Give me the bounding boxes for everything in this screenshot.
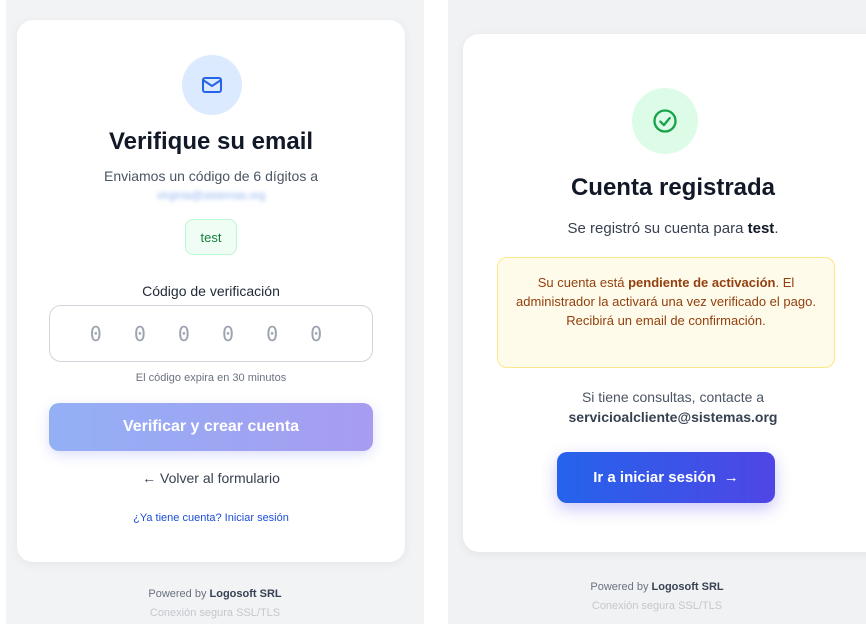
footer-powered-label: Powered by: [148, 588, 207, 600]
pending-activation-notice: Su cuenta está pendiente de activación. …: [497, 257, 835, 368]
footer-powered: Powered by Logosoft SRL: [6, 588, 424, 600]
username-badge: test: [185, 219, 237, 255]
arrow-right-icon: →: [723, 469, 739, 486]
footer-secure: Conexión segura SSL/TLS: [149, 607, 281, 619]
sent-to-text: Enviamos un código de 6 dígitos a: [103, 168, 319, 184]
registered-suffix: .: [774, 220, 779, 237]
registered-title: Cuenta registrada: [570, 174, 776, 201]
contact-email[interactable]: servicioalcliente@sistemas.org: [463, 407, 866, 427]
contact-text: Si tiene consultas, contacte a: [581, 389, 765, 405]
footer-brand-right: Logosoft SRL: [651, 581, 724, 593]
login-link[interactable]: ¿Ya tiene cuenta? Iniciar sesión: [17, 512, 405, 524]
go-to-login-button[interactable]: Ir a iniciar sesión →: [557, 452, 775, 503]
footer-secure-right: Conexión segura SSL/TLS: [591, 600, 723, 612]
back-to-form-link[interactable]: ← Volver al formulario: [17, 470, 405, 486]
verify-create-account-button[interactable]: Verificar y crear cuenta: [49, 403, 373, 451]
registered-user: test: [747, 220, 775, 237]
envelope-icon: [182, 55, 242, 115]
registered-for-text: Se registró su cuenta para test.: [463, 220, 866, 237]
verification-code-input[interactable]: [49, 305, 373, 362]
notice-highlight: pendiente de activación: [628, 275, 776, 290]
redacted-email: virginia@sistemas.org: [156, 190, 266, 202]
footer-powered-label-right: Powered by: [590, 581, 649, 593]
registered-prefix: Se registró su cuenta para: [567, 220, 744, 237]
go-to-login-label: Ir a iniciar sesión: [593, 469, 716, 486]
verify-panel: Verifique su email Enviamos un código de…: [6, 0, 424, 624]
code-label: Código de verificación: [142, 283, 280, 299]
registered-panel: Cuenta registrada Se registró su cuenta …: [448, 0, 866, 624]
contact-info: Si tiene consultas, contacte a servicioa…: [463, 387, 866, 427]
check-circle-icon: [632, 88, 698, 154]
footer-brand: Logosoft SRL: [209, 588, 282, 600]
footer-powered-right: Powered by Logosoft SRL: [448, 581, 866, 593]
notice-prefix: Su cuenta está: [537, 275, 625, 290]
expire-note: El código expira en 30 minutos: [135, 372, 287, 384]
registered-card: Cuenta registrada Se registró su cuenta …: [463, 34, 866, 552]
verify-card: Verifique su email Enviamos un código de…: [17, 20, 405, 562]
page-title: Verifique su email: [108, 128, 314, 155]
